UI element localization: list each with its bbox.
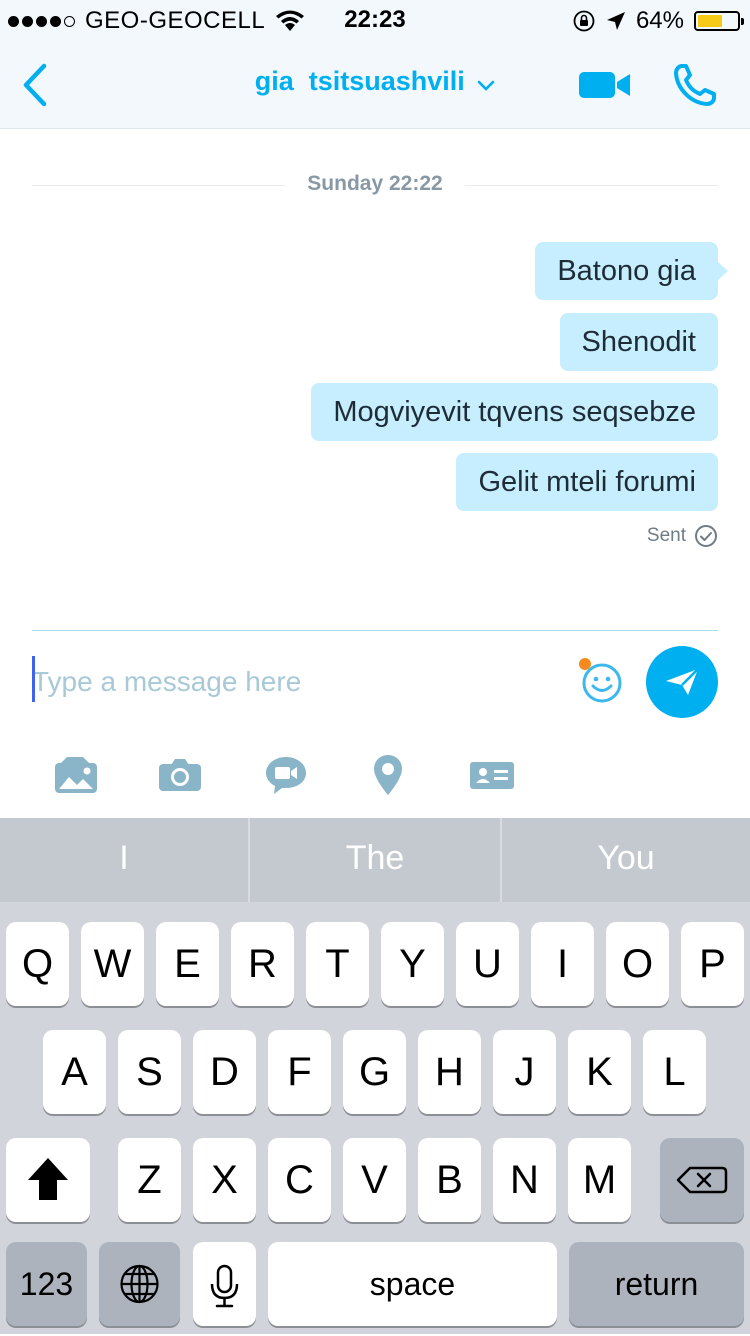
key-n[interactable]: N xyxy=(493,1138,556,1222)
dictation-key[interactable] xyxy=(193,1242,256,1326)
key-q[interactable]: Q xyxy=(6,922,69,1006)
contact-title[interactable]: gia tsitsuashvili xyxy=(0,66,750,97)
composer-divider xyxy=(32,630,718,631)
key-k[interactable]: K xyxy=(568,1030,631,1114)
contact-name[interactable]: gia tsitsuashvili xyxy=(255,66,465,96)
location-pin-icon xyxy=(374,755,402,795)
location-button[interactable] xyxy=(368,752,408,798)
key-z[interactable]: Z xyxy=(118,1138,181,1222)
key-l[interactable]: L xyxy=(643,1030,706,1114)
shift-key[interactable] xyxy=(6,1138,90,1222)
key-g[interactable]: G xyxy=(343,1030,406,1114)
key-m[interactable]: M xyxy=(568,1138,631,1222)
rotation-lock-icon xyxy=(573,10,595,32)
chat-header: gia tsitsuashvili xyxy=(0,40,750,129)
key-c[interactable]: C xyxy=(268,1138,331,1222)
key-a[interactable]: A xyxy=(43,1030,106,1114)
shift-arrow-icon xyxy=(28,1158,68,1200)
status-bar: GEO-GEOCELL 22:23 64% xyxy=(0,0,750,40)
keyboard: I The You Q W E R T Y U I O P A S D F G … xyxy=(0,818,750,1334)
message-status-label: Sent xyxy=(646,525,686,546)
numbers-key[interactable]: 123 xyxy=(6,1242,87,1326)
send-button[interactable] xyxy=(646,646,718,718)
date-separator: Sunday 22:22 xyxy=(32,172,718,196)
key-r[interactable]: R xyxy=(231,922,294,1006)
text-cursor xyxy=(32,656,35,702)
globe-key[interactable] xyxy=(99,1242,180,1326)
key-p[interactable]: P xyxy=(681,922,744,1006)
key-w[interactable]: W xyxy=(81,922,144,1006)
key-v[interactable]: V xyxy=(343,1138,406,1222)
suggestion-item[interactable]: The xyxy=(250,818,500,902)
suggestion-item[interactable]: You xyxy=(502,818,750,902)
date-separator-label-wrap: Sunday 22:22 xyxy=(32,172,718,196)
chevron-down-icon[interactable] xyxy=(477,80,495,92)
location-arrow-icon xyxy=(606,12,625,30)
globe-icon xyxy=(120,1264,159,1304)
key-f[interactable]: F xyxy=(268,1030,331,1114)
suggestion-item[interactable]: I xyxy=(0,818,248,902)
contact-card-button[interactable] xyxy=(468,752,516,798)
message-status: Sent xyxy=(647,524,718,548)
key-b[interactable]: B xyxy=(418,1138,481,1222)
message-input[interactable] xyxy=(32,656,552,708)
camera-icon xyxy=(159,759,201,791)
key-h[interactable]: H xyxy=(418,1030,481,1114)
backspace-icon xyxy=(676,1166,728,1194)
backspace-key[interactable] xyxy=(660,1138,744,1222)
key-x[interactable]: X xyxy=(193,1138,256,1222)
media-gallery-button[interactable] xyxy=(52,752,100,798)
media-gallery-icon xyxy=(55,757,97,793)
contact-card-icon xyxy=(470,762,514,789)
status-right: 64% xyxy=(572,6,744,36)
battery-level-fill xyxy=(698,15,723,27)
phone-call-button[interactable] xyxy=(672,62,718,108)
key-u[interactable]: U xyxy=(456,922,519,1006)
key-i[interactable]: I xyxy=(531,922,594,1006)
space-key[interactable]: space xyxy=(268,1242,557,1326)
microphone-icon xyxy=(210,1264,239,1308)
key-d[interactable]: D xyxy=(193,1030,256,1114)
video-message-icon xyxy=(266,757,306,794)
message-bubble[interactable]: Mogviyevit tqvens seqsebze xyxy=(311,383,718,441)
key-y[interactable]: Y xyxy=(381,922,444,1006)
key-o[interactable]: O xyxy=(606,922,669,1006)
video-message-button[interactable] xyxy=(262,752,310,798)
message-bubble[interactable]: Shenodit xyxy=(559,313,718,371)
message-bubble[interactable]: Gelit mteli forumi xyxy=(456,453,718,511)
video-call-button[interactable] xyxy=(578,70,632,100)
checkmark-circle-icon xyxy=(695,525,717,547)
message-bubble[interactable]: Batono gia xyxy=(535,242,728,300)
battery-percent: 64% xyxy=(635,7,684,34)
predictive-bar: I The You xyxy=(0,818,750,902)
camera-button[interactable] xyxy=(156,752,204,798)
return-key[interactable]: return xyxy=(569,1242,744,1326)
key-e[interactable]: E xyxy=(156,922,219,1006)
battery-icon xyxy=(694,11,744,31)
key-j[interactable]: J xyxy=(493,1030,556,1114)
send-arrow-icon xyxy=(666,668,699,695)
key-t[interactable]: T xyxy=(306,922,369,1006)
key-s[interactable]: S xyxy=(118,1030,181,1114)
date-separator-label: Sunday 22:22 xyxy=(285,172,465,195)
new-emoticon-indicator xyxy=(579,658,591,670)
